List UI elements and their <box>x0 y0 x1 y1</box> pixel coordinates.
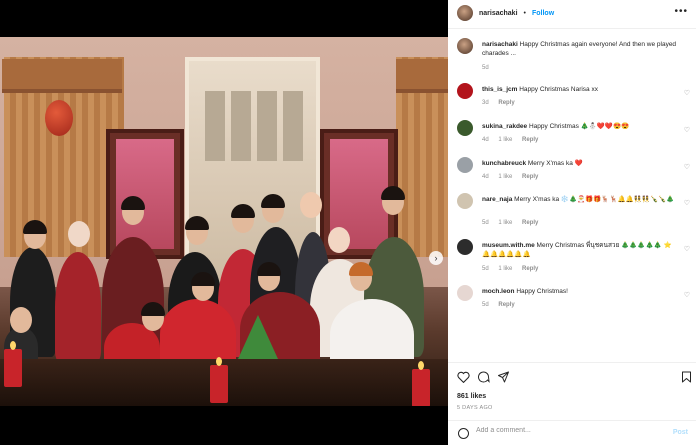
like-count[interactable]: 861 likes <box>457 393 486 400</box>
comment-like-count[interactable]: 1 like <box>498 220 512 226</box>
bookmark-icon[interactable] <box>681 371 692 383</box>
photo-candle <box>412 361 430 406</box>
commenter-avatar[interactable] <box>457 157 473 173</box>
comment-icon[interactable] <box>477 371 490 383</box>
caption-age: 5d <box>482 65 489 71</box>
reply-button[interactable]: Reply <box>498 302 514 308</box>
heart-icon[interactable]: ♡ <box>684 89 690 97</box>
comment-box-divider <box>448 420 696 421</box>
heart-icon[interactable]: ♡ <box>684 291 690 299</box>
heart-icon[interactable] <box>457 371 470 383</box>
more-options-icon[interactable]: ••• <box>674 6 688 17</box>
comment-like-count[interactable]: 1 like <box>498 266 512 272</box>
photo-valance-right <box>396 59 448 93</box>
post-side-panel: narisachaki • Follow ••• narisachaki Hap… <box>448 0 696 445</box>
reply-button[interactable]: Reply <box>522 174 538 180</box>
reply-button[interactable]: Reply <box>498 100 514 106</box>
comment-username[interactable]: sukina_rakdee <box>482 123 527 130</box>
author-avatar[interactable] <box>457 38 473 54</box>
header-separator: • <box>523 9 526 17</box>
heart-icon[interactable]: ♡ <box>684 163 690 171</box>
comment-text: Merry X'mas ka ❤️ <box>527 160 583 167</box>
photo-candle <box>210 357 228 403</box>
comment-text-block: moch.leon Happy Christmas! <box>482 287 678 296</box>
photo-lantern <box>45 100 73 136</box>
door-pane <box>257 91 277 161</box>
comment-like-count[interactable]: 1 like <box>498 174 512 180</box>
chevron-right-icon[interactable]: › <box>429 251 443 265</box>
heart-icon[interactable]: ♡ <box>684 245 690 253</box>
author-avatar[interactable] <box>457 5 473 21</box>
photo-person <box>55 252 101 362</box>
reply-button[interactable]: Reply <box>522 266 538 272</box>
photo-christmas-tree <box>238 315 278 359</box>
door-pane <box>205 91 225 161</box>
comment-meta: 5d 1 like Reply <box>482 266 546 272</box>
comment-username[interactable]: moch.leon <box>482 288 515 295</box>
reply-button[interactable]: Reply <box>522 220 538 226</box>
actions-divider <box>448 362 696 363</box>
door-pane <box>231 91 251 161</box>
comment-meta: 4d 1 like Reply <box>482 174 546 180</box>
photo-head <box>300 192 322 218</box>
photo-head <box>328 227 350 253</box>
door-pane <box>283 91 303 161</box>
comment-age: 4d <box>482 137 489 143</box>
comment-username[interactable]: kunchabreuck <box>482 160 526 167</box>
comment-meta: 5d 1 like Reply <box>482 220 546 226</box>
caption-meta: 5d <box>482 65 497 71</box>
header-divider <box>448 28 696 29</box>
comment-age: 5d <box>482 220 489 226</box>
photo-valance-left <box>2 59 122 93</box>
comment-meta: 5d Reply <box>482 302 523 308</box>
post-photo[interactable]: › <box>0 37 448 406</box>
post-actions-bar <box>448 369 696 391</box>
comment-text: Happy Christmas Narisa xx <box>519 86 598 93</box>
share-icon[interactable] <box>497 371 510 383</box>
commenter-avatar[interactable] <box>457 239 473 255</box>
comment-age: 4d <box>482 174 489 180</box>
add-comment-row: Post <box>448 422 696 445</box>
comment-text: Merry X'mas ka ❄️🎄🎅🎁🎁🦌🦌🔔🔔👯👯🍾🍾🎄 <box>514 196 675 203</box>
post-date: 5 DAYS AGO <box>457 405 493 411</box>
comment-username[interactable]: nare_naja <box>482 196 512 203</box>
commenter-avatar[interactable] <box>457 120 473 136</box>
photo-head <box>10 307 32 333</box>
photo-head <box>68 221 90 247</box>
heart-icon[interactable]: ♡ <box>684 126 690 134</box>
author-username[interactable]: narisachaki <box>479 10 518 17</box>
comment-username[interactable]: this_is_jcm <box>482 86 517 93</box>
comment-text-block: kunchabreuck Merry X'mas ka ❤️ <box>482 159 678 168</box>
post-comment-button[interactable]: Post <box>673 429 688 436</box>
photo-candle <box>4 341 22 387</box>
follow-button[interactable]: Follow <box>532 10 554 17</box>
comment-meta: 3d Reply <box>482 100 523 106</box>
post-header: narisachaki • Follow ••• <box>448 0 696 26</box>
comment-text: Happy Christmas! <box>516 288 568 295</box>
comment-age: 3d <box>482 100 489 106</box>
reply-button[interactable]: Reply <box>522 137 538 143</box>
heart-icon[interactable]: ♡ <box>684 199 690 207</box>
comment-age: 5d <box>482 266 489 272</box>
comment-meta: 4d 1 like Reply <box>482 137 546 143</box>
commenter-avatar[interactable] <box>457 285 473 301</box>
add-comment-input[interactable] <box>476 427 656 434</box>
comment-username[interactable]: museum.with.me <box>482 242 535 249</box>
comment-text-block: sukina_rakdee Happy Christmas 🎄⛄❤️❤️😍😍 <box>482 122 678 131</box>
commenter-avatar[interactable] <box>457 83 473 99</box>
cabinet-glass <box>116 139 174 249</box>
comment-text-block: nare_naja Merry X'mas ka ❄️🎄🎅🎁🎁🦌🦌🔔🔔👯👯🍾🍾🎄 <box>482 195 678 204</box>
comment-age: 5d <box>482 302 489 308</box>
caption-text-block: narisachaki Happy Christmas again everyo… <box>482 40 678 58</box>
photo-cabinet-left <box>106 129 184 259</box>
post-media-pane: › <box>0 0 448 445</box>
emoji-icon[interactable] <box>458 428 469 439</box>
comment-text-block: this_is_jcm Happy Christmas Narisa xx <box>482 85 678 94</box>
commenter-avatar[interactable] <box>457 193 473 209</box>
comment-text: Happy Christmas 🎄⛄❤️❤️😍😍 <box>528 123 630 130</box>
comment-like-count[interactable]: 1 like <box>498 137 512 143</box>
caption-author[interactable]: narisachaki <box>482 41 518 48</box>
comment-text-block: museum.with.me Merry Christmas พี่นุชคนส… <box>482 241 678 259</box>
